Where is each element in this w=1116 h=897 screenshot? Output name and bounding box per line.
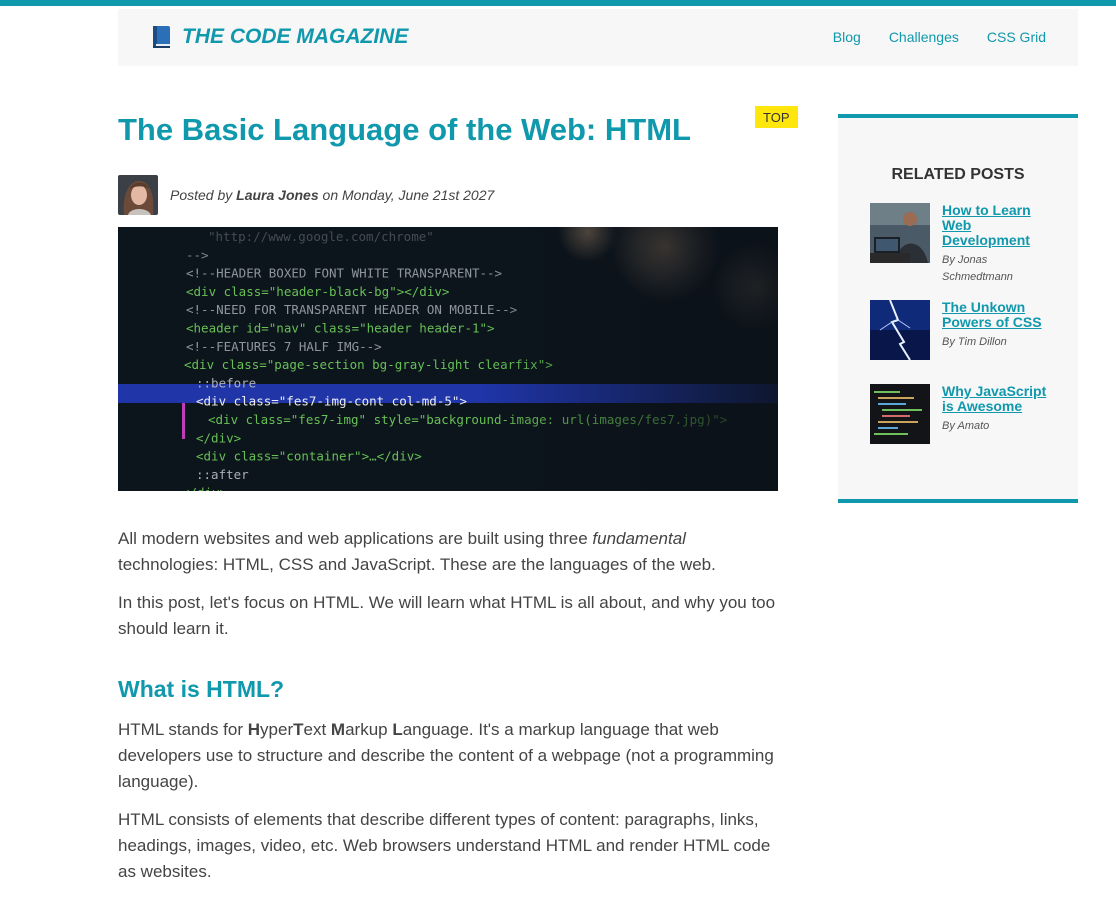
nav-link-challenges[interactable]: Challenges bbox=[889, 29, 959, 45]
article-byline: Posted by Laura Jones on Monday, June 21… bbox=[118, 175, 494, 215]
intro-paragraph-2: In this post, let's focus on HTML. We wi… bbox=[118, 593, 776, 638]
section-heading: What is HTML? bbox=[118, 676, 285, 702]
top-badge: TOP bbox=[755, 106, 798, 128]
site-header: THE CODE MAGAZINE Blog Challenges CSS Gr… bbox=[118, 9, 1078, 66]
book-icon bbox=[153, 26, 170, 48]
elements-paragraph: HTML consists of elements that describe … bbox=[118, 810, 771, 881]
related-post-3[interactable]: Why JavaScript is Awesome By Amato bbox=[870, 384, 1052, 444]
top-accent-bar bbox=[0, 0, 1116, 6]
nav-link-css-grid[interactable]: CSS Grid bbox=[987, 29, 1046, 45]
post-thumbnail[interactable] bbox=[870, 300, 930, 360]
post-thumbnail[interactable] bbox=[870, 384, 930, 444]
related-post-title[interactable]: The Unkown Powers of CSS bbox=[942, 300, 1052, 330]
article-title: The Basic Language of the Web: HTML bbox=[118, 112, 691, 147]
intro-paragraph-1: All modern websites and web applications… bbox=[118, 529, 716, 574]
related-post-author: By Jonas Schmedtmann bbox=[942, 254, 1013, 283]
related-post-2[interactable]: The Unkown Powers of CSS By Tim Dillon bbox=[870, 300, 1052, 360]
post-date: Monday, June 21st 2027 bbox=[342, 187, 495, 203]
post-thumbnail[interactable] bbox=[870, 203, 930, 263]
related-post-title[interactable]: How to Learn Web Development bbox=[942, 203, 1052, 248]
article-body: All modern websites and web applications… bbox=[118, 526, 778, 897]
logo[interactable]: THE CODE MAGAZINE bbox=[150, 25, 408, 49]
author-name[interactable]: Laura Jones bbox=[236, 187, 318, 203]
byline-text: Posted by Laura Jones on Monday, June 21… bbox=[170, 187, 495, 203]
logo-text: THE CODE MAGAZINE bbox=[182, 25, 409, 48]
related-post-1[interactable]: How to Learn Web Development By Jonas Sc… bbox=[870, 203, 1052, 286]
definition-paragraph: HTML stands for HyperText Markup Languag… bbox=[118, 720, 774, 791]
related-post-author: By Tim Dillon bbox=[942, 336, 1007, 348]
hero-code-image: "http://www.google.com/chrome"--><!--HEA… bbox=[118, 227, 778, 491]
related-posts-sidebar: RELATED POSTS How to Learn Web Developme… bbox=[838, 114, 1078, 503]
sidebar-title: RELATED POSTS bbox=[891, 166, 1025, 183]
main-nav: Blog Challenges CSS Grid bbox=[805, 29, 1046, 45]
nav-link-blog[interactable]: Blog bbox=[833, 29, 861, 45]
related-post-title[interactable]: Why JavaScript is Awesome bbox=[942, 384, 1052, 414]
related-post-author: By Amato bbox=[942, 420, 990, 432]
author-avatar bbox=[118, 175, 158, 215]
